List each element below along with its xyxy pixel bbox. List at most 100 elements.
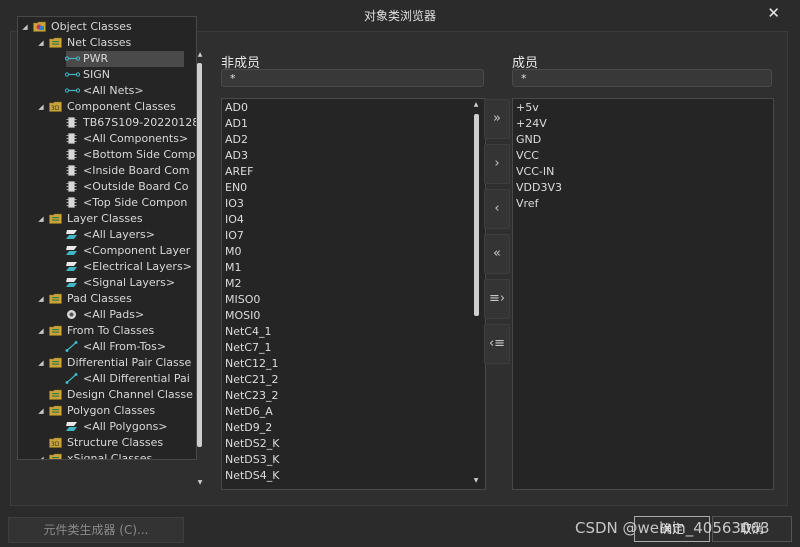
tree-item[interactable]: <All Differential Pai — [18, 371, 196, 387]
component-class-generator-button[interactable]: 元件类生成器 (C)... — [8, 517, 184, 543]
list-item[interactable]: +24V — [516, 116, 547, 132]
list-item[interactable]: NetDS2_K — [225, 436, 279, 452]
tree-item-label: <All Pads> — [83, 308, 145, 321]
expand-triangle-icon[interactable]: ◢ — [36, 35, 46, 51]
list-item[interactable]: NetDS3_K — [225, 452, 279, 468]
tree-item[interactable]: <Outside Board Co — [18, 179, 196, 195]
list-item[interactable]: M1 — [225, 260, 242, 276]
tree-item-label: Structure Classes — [67, 436, 164, 449]
tree-item[interactable]: <All Layers> — [18, 227, 196, 243]
add-all-icon[interactable]: » — [484, 99, 510, 139]
list-item[interactable]: VCC-IN — [516, 164, 554, 180]
svg-text:3D: 3D — [51, 441, 60, 448]
tree-item-label: Component Classes — [67, 100, 176, 113]
tree-item[interactable]: <Top Side Compon — [18, 195, 196, 211]
list-item[interactable]: AREF — [225, 164, 253, 180]
list-item[interactable]: GND — [516, 132, 541, 148]
tree-item[interactable]: <All Nets> — [18, 83, 196, 99]
close-icon[interactable]: ✕ — [767, 4, 780, 22]
remove-all-icon[interactable]: « — [484, 234, 510, 274]
tree-item[interactable]: ◢ Pad Classes — [18, 291, 196, 307]
tree-item[interactable]: <Bottom Side Comp — [18, 147, 196, 163]
list-item[interactable]: Vref — [516, 196, 538, 212]
list-item[interactable]: NetC23_2 — [225, 388, 279, 404]
tree-item[interactable]: <Electrical Layers> — [18, 259, 196, 275]
tree-item[interactable]: SIGN — [18, 67, 196, 83]
expand-triangle-icon[interactable]: ◢ — [20, 19, 30, 35]
list-item[interactable]: MOSI0 — [225, 308, 260, 324]
list-item[interactable]: IO7 — [225, 228, 244, 244]
tree-scroll-thumb[interactable] — [197, 63, 202, 447]
list-item[interactable]: NetD6_A — [225, 404, 273, 420]
tree-item[interactable]: ◢ Differential Pair Classe — [18, 355, 196, 371]
tree-item-label: <All Nets> — [83, 84, 144, 97]
tree-item[interactable]: <Inside Board Com — [18, 163, 196, 179]
expand-triangle-icon[interactable]: ◢ — [36, 323, 46, 339]
tree-item-label: <All Polygons> — [83, 420, 168, 433]
tree-item[interactable]: ◢ 3D Component Classes — [18, 99, 196, 115]
expand-triangle-icon[interactable]: ◢ — [36, 99, 46, 115]
expand-triangle-icon[interactable]: ◢ — [36, 403, 46, 419]
list-item[interactable]: +5v — [516, 100, 539, 116]
list-item[interactable]: AD1 — [225, 116, 248, 132]
tree-item[interactable]: ◢ Polygon Classes — [18, 403, 196, 419]
expand-triangle-icon[interactable]: ◢ — [36, 451, 46, 459]
remove-selected-icon[interactable]: ‹ — [484, 189, 510, 229]
tree-item[interactable]: <All Pads> — [18, 307, 196, 323]
list-item[interactable]: EN0 — [225, 180, 247, 196]
tree-scrollbar-track[interactable] — [195, 59, 203, 484]
list-item[interactable]: NetC21_2 — [225, 372, 279, 388]
non-members-scrollbar[interactable] — [472, 110, 480, 475]
tree-item[interactable]: ◢ xSignal Classes — [18, 451, 196, 460]
tree-item[interactable]: TB67S109-20220128 — [18, 115, 196, 131]
tree-item[interactable]: Design Channel Classe — [18, 387, 196, 403]
expand-triangle-icon[interactable]: ◢ — [36, 211, 46, 227]
tree-item[interactable]: <Signal Layers> — [18, 275, 196, 291]
tree-item[interactable]: 3D Structure Classes — [18, 435, 196, 451]
non-members-filter-input[interactable]: * — [221, 69, 484, 87]
tree-item-label: xSignal Classes — [67, 452, 153, 460]
list-item[interactable]: VCC — [516, 148, 539, 164]
list-item[interactable]: AD2 — [225, 132, 248, 148]
list-item[interactable]: AD0 — [225, 100, 248, 116]
tree-item[interactable]: <All Components> — [18, 131, 196, 147]
tree-item[interactable]: <All From-Tos> — [18, 339, 196, 355]
expand-triangle-icon[interactable]: ◢ — [36, 291, 46, 307]
list-item[interactable]: NetD9_2 — [225, 420, 272, 436]
members-list[interactable]: +5v +24V GND VCC VCC-IN VDD3V3 Vref — [512, 98, 774, 490]
remove-list-icon[interactable]: ‹≡ — [484, 324, 510, 364]
add-list-icon[interactable]: ≡› — [484, 279, 510, 319]
tree-item[interactable]: ◢ Object Classes — [18, 19, 196, 35]
class-tree[interactable]: ◢ Object Classes ◢ Net Classes PWR SIGN <All N… — [17, 16, 197, 460]
add-selected-icon[interactable]: › — [484, 144, 510, 184]
list-item[interactable]: NetDS4_K — [225, 468, 279, 484]
list-item[interactable]: NetC7_1 — [225, 340, 272, 356]
tree-item[interactable]: ◢ Net Classes — [18, 35, 196, 51]
expand-triangle-icon[interactable]: ◢ — [36, 355, 46, 371]
tree-item-label: <Bottom Side Comp — [83, 148, 196, 161]
tree-scroll-up-icon[interactable]: ▲ — [196, 51, 204, 58]
tree-scroll-down-icon[interactable]: ▼ — [196, 479, 204, 486]
list-item[interactable]: M2 — [225, 276, 242, 292]
tree-item[interactable]: ◢ From To Classes — [18, 323, 196, 339]
tree-item[interactable]: <All Polygons> — [18, 419, 196, 435]
list-item[interactable]: NetC4_1 — [225, 324, 272, 340]
non-members-list[interactable]: AD0 AD1 AD2 AD3 AREF EN0 IO3 IO4 IO7 M0 M1 M2 MISO0 M… — [221, 98, 486, 490]
list-item[interactable]: M0 — [225, 244, 242, 260]
list-item[interactable]: NetC12_1 — [225, 356, 279, 372]
list-item[interactable]: VDD3V3 — [516, 180, 562, 196]
tree-item-label: PWR — [83, 52, 109, 65]
non-members-scroll-thumb[interactable] — [474, 114, 479, 316]
list-item[interactable]: IO3 — [225, 196, 244, 212]
tree-item[interactable]: PWR — [18, 51, 196, 67]
tree-item[interactable]: ◢ Layer Classes — [18, 211, 196, 227]
list-item[interactable]: AD3 — [225, 148, 248, 164]
members-filter-input[interactable]: * — [512, 69, 772, 87]
list-item[interactable]: IO4 — [225, 212, 244, 228]
list-scroll-up-icon[interactable]: ▲ — [472, 101, 480, 108]
list-item[interactable]: MISO0 — [225, 292, 260, 308]
list-scroll-down-icon[interactable]: ▼ — [472, 477, 480, 484]
tree-item-label: <Inside Board Com — [83, 164, 190, 177]
tree-item[interactable]: <Component Layer — [18, 243, 196, 259]
tree-item-label: Polygon Classes — [67, 404, 156, 417]
